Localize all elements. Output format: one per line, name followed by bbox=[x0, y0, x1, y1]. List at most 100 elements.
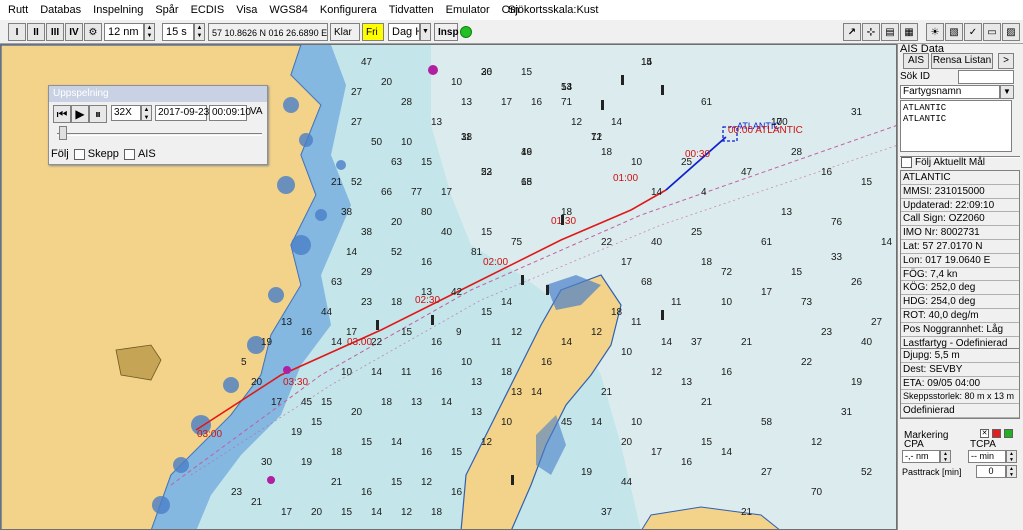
depth-sounding: 13 bbox=[431, 117, 443, 128]
menu-ecdis[interactable]: ECDIS bbox=[191, 4, 225, 16]
depth-sounding: 12 bbox=[421, 477, 433, 488]
depth-sounding: 17 bbox=[346, 327, 358, 338]
depth-sounding: 40 bbox=[441, 227, 453, 238]
cpa-spinner[interactable]: ▲ ▼ bbox=[940, 450, 951, 463]
info-row: Lon: 017 19.0640 E bbox=[901, 254, 1019, 268]
depth-sounding: 20 bbox=[311, 507, 323, 518]
pasttrack-field[interactable]: 0 bbox=[976, 465, 1006, 478]
list-item[interactable]: ATLANTIC bbox=[903, 114, 1009, 125]
depth-sounding: 9 bbox=[456, 327, 462, 338]
rewind-button[interactable]: ⏮ bbox=[53, 105, 71, 123]
depth-sounding: 15 bbox=[481, 227, 493, 238]
depth-sounding: 52 bbox=[861, 467, 873, 478]
keyboard-icon[interactable]: ▤ bbox=[881, 23, 899, 41]
range-field[interactable]: 12 nm bbox=[104, 23, 144, 41]
info-row: Odefinierad bbox=[901, 404, 1019, 418]
sort-select[interactable]: Fartygsnamn bbox=[900, 85, 1000, 99]
depth-sounding: 14 bbox=[721, 447, 733, 458]
depth-sounding: 14 bbox=[611, 117, 623, 128]
layout-2-button[interactable]: II bbox=[27, 23, 45, 41]
ais-target-list[interactable]: ATLANTIC ATLANTIC bbox=[900, 100, 1012, 152]
search-id-input[interactable] bbox=[958, 70, 1014, 84]
depth-sounding: 13 bbox=[471, 407, 483, 418]
depth-sounding: 14 bbox=[591, 417, 603, 428]
ais-button[interactable]: AIS bbox=[903, 53, 929, 69]
depth-sounding: 10 bbox=[451, 77, 463, 88]
menu-databas[interactable]: Databas bbox=[40, 4, 81, 16]
speed-field[interactable]: 32X bbox=[111, 105, 141, 121]
mode-select[interactable]: Dag H bbox=[388, 23, 420, 41]
position-readout: 57 10.8626 N 016 26.6890 E bbox=[208, 23, 328, 41]
menu-inspelning[interactable]: Inspelning bbox=[93, 4, 143, 16]
marking-white-checkbox[interactable]: ✕ bbox=[980, 429, 989, 438]
route-tool-icon[interactable]: ↗ bbox=[843, 23, 861, 41]
marking-green-checkbox[interactable] bbox=[1004, 429, 1013, 438]
depth-sounding: 21 bbox=[331, 177, 343, 188]
depth-sounding: 18 bbox=[391, 297, 403, 308]
toolbar: I II III IV ⚙ 12 nm ▲ ▼ 15 s ▲ ▼ 57 10.862… bbox=[0, 20, 1023, 44]
play-button[interactable]: ▶ bbox=[71, 105, 89, 123]
layers-icon[interactable]: ▧ bbox=[945, 23, 963, 41]
book-icon[interactable]: ▭ bbox=[983, 23, 1001, 41]
measure-tool-icon[interactable]: ⊹ bbox=[862, 23, 880, 41]
depth-sounding: 23 bbox=[361, 297, 373, 308]
depth-sounding: 81 bbox=[471, 247, 483, 258]
depth-sounding: 15 bbox=[361, 437, 373, 448]
speed-spinner[interactable]: ▲ ▼ bbox=[141, 105, 152, 121]
date-field[interactable]: 2017-09-23 bbox=[155, 105, 209, 121]
check-icon[interactable]: ✓ bbox=[964, 23, 982, 41]
marking-red-checkbox[interactable] bbox=[992, 429, 1001, 438]
menu-tidvatten[interactable]: Tidvatten bbox=[389, 4, 434, 16]
time-field[interactable]: 00:09:10 bbox=[209, 105, 251, 121]
cpa-label: CPA bbox=[904, 439, 924, 450]
depth-sounding: 15 bbox=[481, 307, 493, 318]
cpa-field[interactable]: -,- nm bbox=[902, 450, 940, 463]
layout-1-button[interactable]: I bbox=[8, 23, 26, 41]
menu-emulator[interactable]: Emulator bbox=[446, 4, 490, 16]
layout-3-button[interactable]: III bbox=[46, 23, 64, 41]
settings-icon[interactable]: ⚙ bbox=[84, 23, 102, 41]
depth-sounding: 19 bbox=[261, 337, 273, 348]
depth-sounding: 73 bbox=[801, 297, 813, 308]
pasttrack-spinner[interactable]: ▲ ▼ bbox=[1006, 465, 1017, 478]
sort-dropdown-icon[interactable]: ▼ bbox=[1000, 85, 1014, 99]
menu-spar[interactable]: Spår bbox=[155, 4, 178, 16]
depth-sounding: 26 bbox=[851, 277, 863, 288]
playback-slider[interactable] bbox=[57, 133, 262, 136]
mode-dropdown-icon[interactable]: ▼ bbox=[420, 23, 431, 41]
ship-checkbox[interactable] bbox=[73, 148, 85, 160]
list-item[interactable]: ATLANTIC bbox=[903, 103, 1009, 114]
depth-sounding: 38 bbox=[361, 227, 373, 238]
menu-konfigurera[interactable]: Konfigurera bbox=[320, 4, 377, 16]
search-id-label: Sök ID bbox=[900, 71, 931, 82]
depth-sounding: 12 bbox=[591, 327, 603, 338]
ais-checkbox[interactable] bbox=[123, 148, 135, 160]
chart-tool-icon[interactable]: ▨ bbox=[1002, 23, 1020, 41]
range-spinner[interactable]: ▲ ▼ bbox=[144, 23, 155, 41]
menu-wgs84[interactable]: WGS84 bbox=[269, 4, 308, 16]
track-time-label: 01:00 bbox=[613, 173, 638, 184]
depth-sounding: 80 bbox=[421, 207, 433, 218]
depth-sounding: 13 bbox=[461, 97, 473, 108]
tcpa-spinner[interactable]: ▲ ▼ bbox=[1006, 450, 1017, 463]
depth-sounding: 16 bbox=[521, 147, 533, 158]
pause-button[interactable]: ⏸ bbox=[89, 105, 107, 123]
menu-rutt[interactable]: Rutt bbox=[8, 4, 28, 16]
calculator-icon[interactable]: ▦ bbox=[900, 23, 918, 41]
info-row: ATLANTIC bbox=[901, 171, 1019, 185]
next-button[interactable]: > bbox=[998, 53, 1014, 69]
depth-sounding: 19 bbox=[851, 377, 863, 388]
tcpa-field[interactable]: -- min bbox=[968, 450, 1006, 463]
clear-list-button[interactable]: Rensa Listan bbox=[931, 53, 993, 69]
track-time-label: 03:00 bbox=[347, 337, 372, 348]
interval-field[interactable]: 15 s bbox=[162, 23, 194, 41]
depth-sounding: 75 bbox=[511, 237, 523, 248]
ais-panel: AIS Data AIS Rensa Listan > Sök ID Farty… bbox=[897, 43, 1023, 530]
playback-slider-thumb[interactable] bbox=[59, 126, 67, 140]
follow-target-checkbox[interactable] bbox=[901, 157, 912, 168]
brightness-icon[interactable]: ☀ bbox=[926, 23, 944, 41]
layout-4-button[interactable]: IV bbox=[65, 23, 83, 41]
interval-spinner[interactable]: ▲ ▼ bbox=[194, 23, 205, 41]
menu-visa[interactable]: Visa bbox=[236, 4, 257, 16]
depth-sounding: 72 bbox=[721, 267, 733, 278]
